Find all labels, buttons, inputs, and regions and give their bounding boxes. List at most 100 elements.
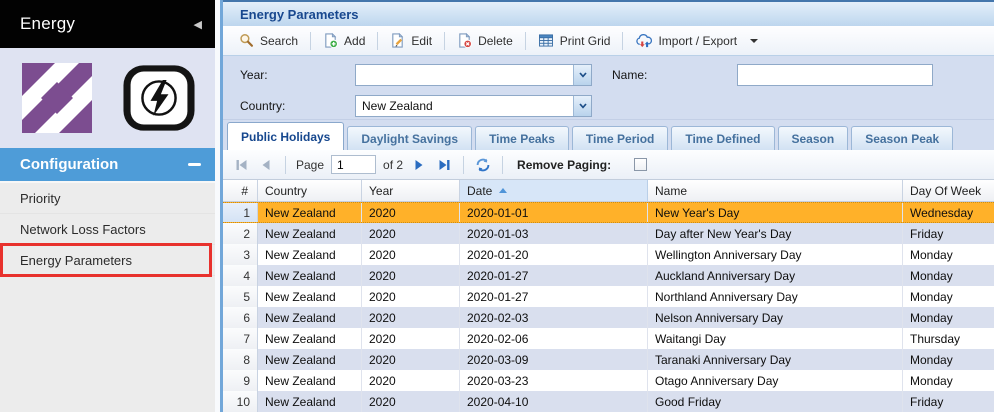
table-row[interactable]: 8 New Zealand 2020 2020-03-09 Taranaki A… <box>223 349 994 370</box>
cell-year: 2020 <box>362 328 460 349</box>
search-button[interactable]: Search <box>231 30 306 51</box>
toolbar-separator <box>622 31 624 50</box>
table-row[interactable]: 3 New Zealand 2020 2020-01-20 Wellington… <box>223 244 994 265</box>
table-row[interactable]: 9 New Zealand 2020 2020-03-23 Otago Anni… <box>223 370 994 391</box>
delete-button[interactable]: Delete <box>449 30 521 51</box>
year-label: Year: <box>240 68 268 82</box>
cell-year: 2020 <box>362 223 460 244</box>
table-row[interactable]: 4 New Zealand 2020 2020-01-27 Auckland A… <box>223 265 994 286</box>
refresh-icon <box>476 158 490 171</box>
table-row[interactable]: 5 New Zealand 2020 2020-01-27 Northland … <box>223 286 994 307</box>
chevron-down-icon <box>578 103 587 109</box>
config-section-header[interactable]: Configuration <box>0 148 215 181</box>
year-combobox[interactable] <box>355 64 592 86</box>
print-grid-icon <box>538 34 553 47</box>
sidebar-collapse-icon[interactable]: ◀ <box>194 18 202 31</box>
cell-row-number: 3 <box>223 244 258 265</box>
chevron-down-icon <box>750 38 759 43</box>
remove-paging-checkbox[interactable] <box>634 158 648 171</box>
next-page-icon <box>415 159 423 170</box>
filter-row: Country: New Zealand <box>240 95 994 117</box>
country-combobox-button[interactable] <box>573 96 591 116</box>
last-page-icon <box>439 159 450 170</box>
cell-name: Northland Anniversary Day <box>648 286 903 307</box>
cell-row-number: 1 <box>223 203 258 222</box>
next-page-button[interactable] <box>410 156 428 174</box>
table-row[interactable]: 2 New Zealand 2020 2020-01-03 Day after … <box>223 223 994 244</box>
tab-bar: Public Holidays Daylight Savings Time Pe… <box>223 120 994 150</box>
sidebar-item-network-loss-factors[interactable]: Network Loss Factors <box>0 214 215 245</box>
country-combobox[interactable]: New Zealand <box>355 95 592 117</box>
cell-year: 2020 <box>362 286 460 307</box>
tab-season-peak[interactable]: Season Peak <box>851 126 954 150</box>
toolbar-separator <box>444 31 446 50</box>
cell-day-of-week: Thursday <box>910 331 961 346</box>
cell-name: Nelson Anniversary Day <box>648 307 903 328</box>
import-export-icon <box>636 33 653 47</box>
table-row[interactable]: 7 New Zealand 2020 2020-02-06 Waitangi D… <box>223 328 994 349</box>
column-header-year[interactable]: Year <box>362 180 460 201</box>
cell-day-of-week: Monday <box>910 373 953 388</box>
first-page-button[interactable] <box>232 156 250 174</box>
tab-season[interactable]: Season <box>777 126 849 150</box>
edit-label: Edit <box>411 33 433 48</box>
cell-country: New Zealand <box>258 391 362 412</box>
cell-day-of-week: Wednesday <box>910 205 974 220</box>
cell-country: New Zealand <box>258 349 362 370</box>
edit-icon <box>392 33 404 48</box>
cell-day-of-week: Friday <box>910 394 944 409</box>
add-button[interactable]: Add <box>315 30 373 51</box>
table-row[interactable]: 1 New Zealand 2020 2020-01-01 New Year's… <box>223 202 994 223</box>
last-page-button[interactable] <box>435 156 453 174</box>
year-combobox-button[interactable] <box>573 65 591 85</box>
column-header-date[interactable]: Date <box>460 180 648 201</box>
collapse-minus-icon[interactable] <box>188 163 201 166</box>
remove-paging-label: Remove Paging: <box>517 157 612 172</box>
page-label: Page <box>296 157 325 172</box>
sidebar-header: Energy ◀ <box>0 0 215 48</box>
tab-time-period[interactable]: Time Period <box>571 126 669 150</box>
page-number-input[interactable] <box>331 155 377 174</box>
column-header-day-of-week[interactable]: Day Of Week <box>903 180 994 201</box>
cell-country: New Zealand <box>258 328 362 349</box>
cell-date: 2020-01-27 <box>460 265 648 286</box>
cell-row-number: 4 <box>223 265 258 286</box>
refresh-button[interactable] <box>474 156 492 174</box>
pager-toolbar: Page of 2 <box>223 150 994 180</box>
cell-row-number: 5 <box>223 286 258 307</box>
sidebar-item-priority[interactable]: Priority <box>0 183 215 214</box>
previous-page-icon <box>262 159 270 170</box>
sidebar-item-energy-parameters[interactable]: Energy Parameters <box>0 245 215 276</box>
tab-time-peaks[interactable]: Time Peaks <box>475 126 569 150</box>
cell-name: Otago Anniversary Day <box>648 370 903 391</box>
cell-date: 2020-03-09 <box>460 349 648 370</box>
cell-date: 2020-01-27 <box>460 286 648 307</box>
tab-daylight-savings[interactable]: Daylight Savings <box>347 126 473 150</box>
cell-year: 2020 <box>362 307 460 328</box>
cell-day-of-week: Monday <box>910 268 953 283</box>
column-header-row-number[interactable]: # <box>223 180 258 201</box>
column-header-name[interactable]: Name <box>648 180 903 201</box>
column-header-country[interactable]: Country <box>258 180 362 201</box>
lightning-bolt-logo-icon <box>123 65 195 131</box>
table-row[interactable]: 6 New Zealand 2020 2020-02-03 Nelson Ann… <box>223 307 994 328</box>
pager-separator <box>285 155 286 174</box>
table-header-row: # Country Year Date Name Day Of Week <box>223 180 994 202</box>
cell-day-of-week: Monday <box>910 289 953 304</box>
cell-date: 2020-01-01 <box>460 203 648 222</box>
cell-name: Auckland Anniversary Day <box>648 265 903 286</box>
config-section-title: Configuration <box>20 156 119 173</box>
menu-item-wrap: Energy Parameters <box>0 243 215 277</box>
print-grid-button[interactable]: Print Grid <box>530 31 619 51</box>
pager-separator <box>463 155 465 174</box>
import-export-button[interactable]: Import / Export <box>627 31 766 51</box>
tab-public-holidays[interactable]: Public Holidays <box>227 122 345 150</box>
table-row[interactable]: 10 New Zealand 2020 2020-04-10 Good Frid… <box>223 391 994 412</box>
name-input[interactable] <box>737 64 933 86</box>
column-header-date-label: Date <box>467 183 493 198</box>
filter-bar: Year: Name: Country: New Zealand <box>223 56 994 120</box>
tab-time-defined[interactable]: Time Defined <box>671 126 775 150</box>
cell-date: 2020-02-06 <box>460 328 648 349</box>
edit-button[interactable]: Edit <box>382 30 440 51</box>
previous-page-button[interactable] <box>257 156 275 174</box>
